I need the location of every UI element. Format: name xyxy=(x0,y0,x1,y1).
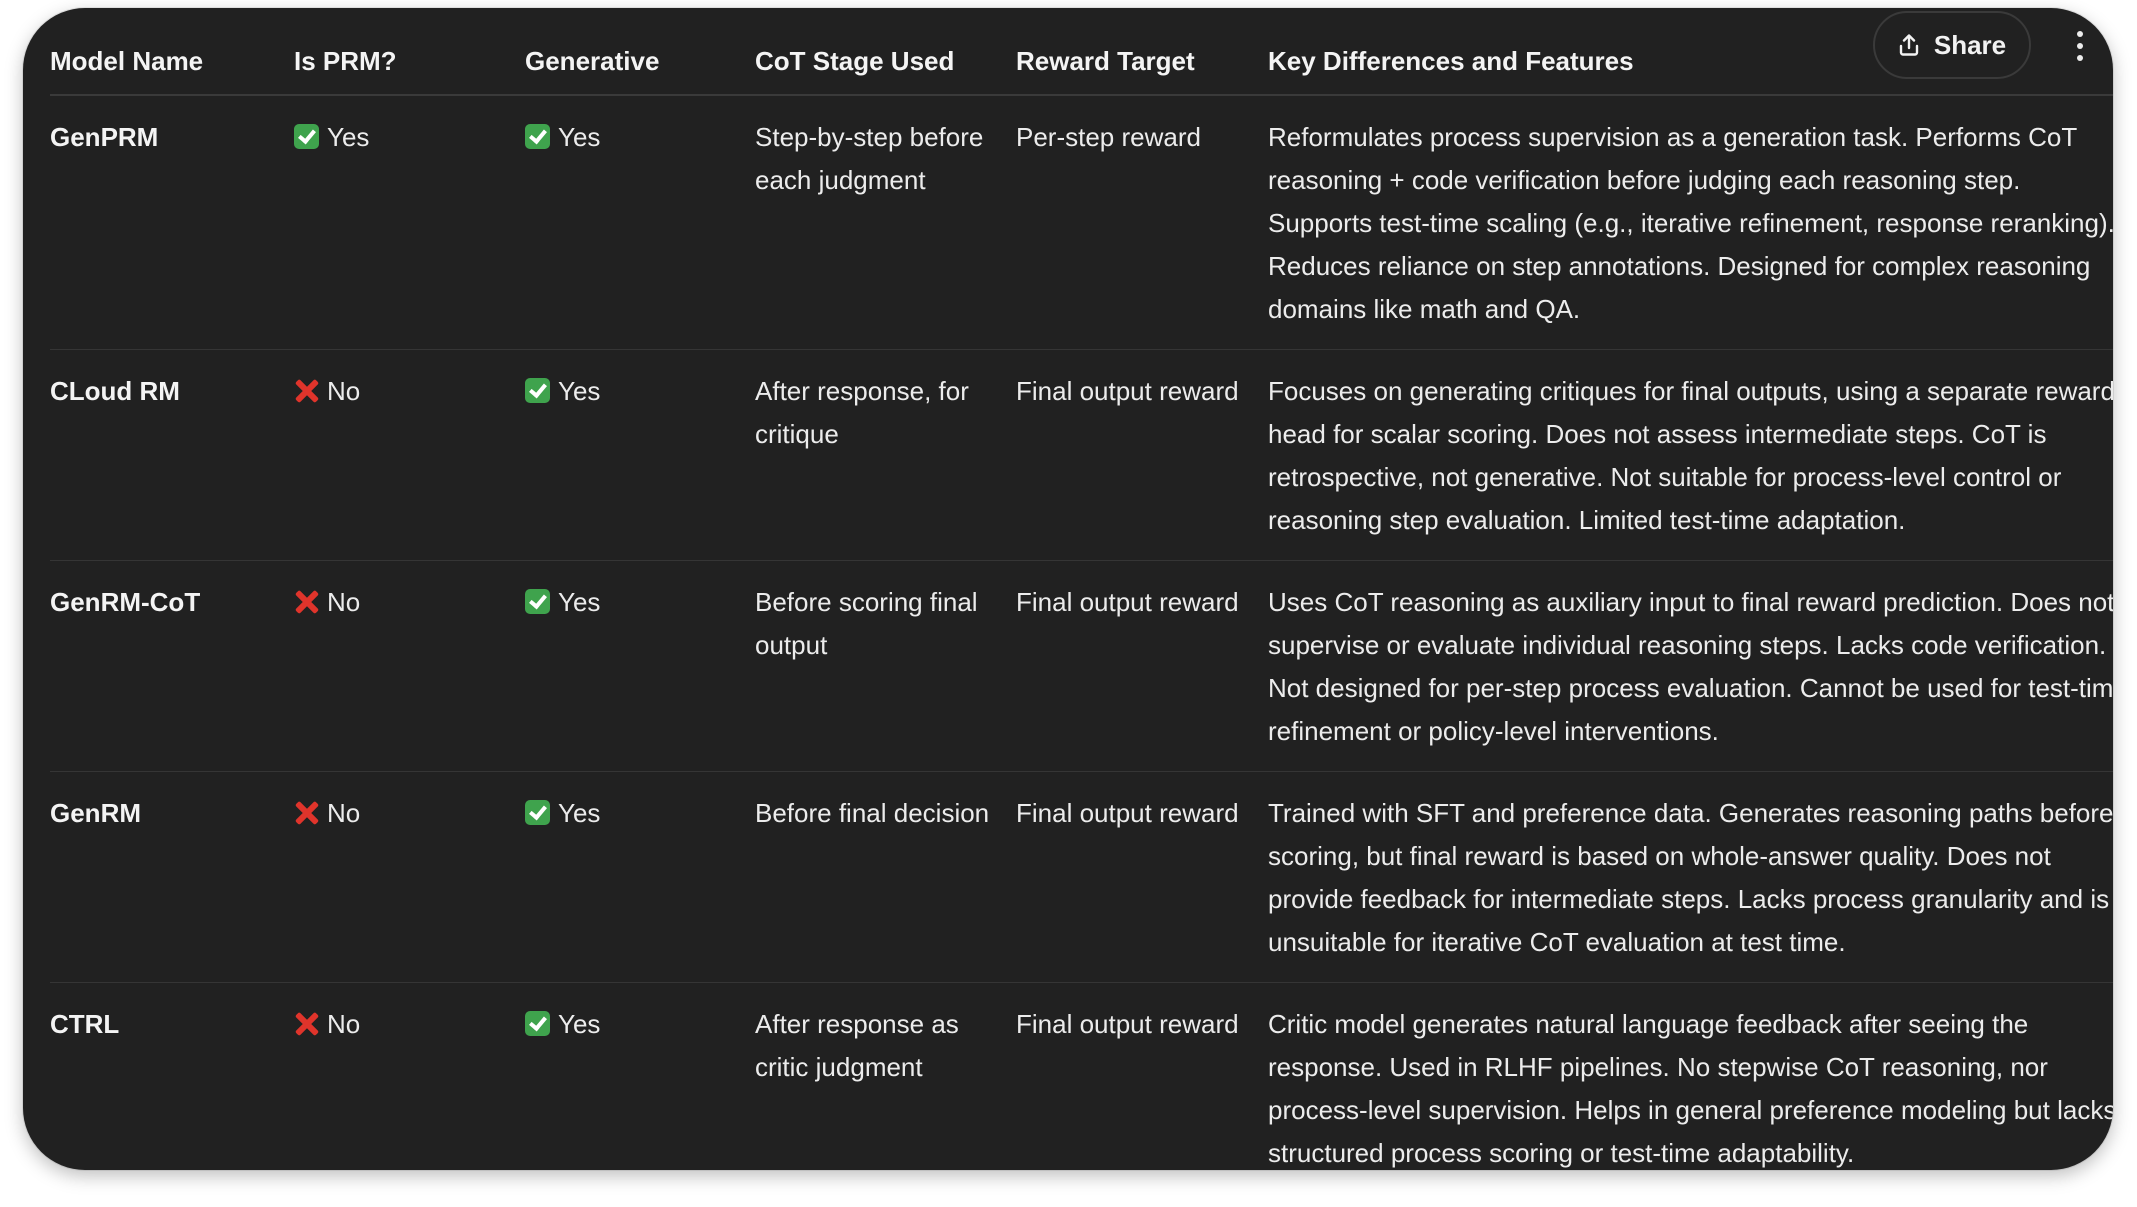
generative-value: Yes xyxy=(558,587,601,617)
reward-target-cell: Final output reward xyxy=(1016,1009,1239,1039)
is-prm-value: No xyxy=(327,1009,361,1039)
is-prm-cell: No xyxy=(294,349,525,561)
model-name-cell: CLoud RM xyxy=(50,349,294,561)
cot-stage-cell: Before final decision xyxy=(755,771,1016,983)
column-header-reward-target: Reward Target xyxy=(1016,30,1268,96)
generative-cell: Yes xyxy=(525,983,755,1171)
generative-value: Yes xyxy=(558,122,601,152)
features-cell: Uses CoT reasoning as auxiliary input to… xyxy=(1268,560,2113,772)
generative-cell: Yes xyxy=(525,95,755,350)
model-name-cell: CTRL xyxy=(50,1009,120,1039)
features-cell: Trained with SFT and preference data. Ge… xyxy=(1268,771,2113,983)
generative-cell: Yes xyxy=(525,349,755,561)
is-prm-cell: Yes xyxy=(294,95,525,350)
cross-mark-icon xyxy=(294,1011,319,1036)
features-cell: Focuses on generating critiques for fina… xyxy=(1268,349,2113,561)
check-mark-icon xyxy=(525,124,550,149)
is-prm-cell: No xyxy=(294,983,525,1171)
model-name-cell: GenRM xyxy=(50,771,294,983)
cot-stage-cell: After response, for critique xyxy=(755,349,1016,561)
share-upload-icon xyxy=(1898,33,1920,57)
generative-value: Yes xyxy=(558,1009,601,1039)
reward-target-cell: Final output reward xyxy=(1016,771,1268,983)
cross-mark-icon xyxy=(294,800,319,825)
cross-mark-icon xyxy=(294,378,319,403)
cross-mark-icon xyxy=(294,589,319,614)
cot-stage-cell: Step-by-step before each judgment xyxy=(755,95,1016,350)
more-vertical-icon[interactable] xyxy=(2063,24,2097,68)
share-button[interactable]: Share xyxy=(1873,11,2031,79)
model-name-cell: GenRM-CoT xyxy=(50,560,294,772)
table-row: GenPRM Yes Yes Step-by-step before each … xyxy=(50,95,2113,350)
column-header-is-prm: Is PRM? xyxy=(294,30,525,96)
check-mark-icon xyxy=(525,589,550,614)
table-header: Model Name Is PRM? Generative CoT Stage … xyxy=(50,30,2113,96)
table-row: GenRM No Yes Before final decision Final… xyxy=(50,771,2113,983)
is-prm-value: No xyxy=(327,376,361,406)
check-mark-icon xyxy=(294,124,319,149)
cot-stage-cell: Before scoring final output xyxy=(755,560,1016,772)
check-mark-icon xyxy=(525,1011,550,1036)
table-body: GenPRM Yes Yes Step-by-step before each … xyxy=(50,95,2113,1170)
check-mark-icon xyxy=(525,800,550,825)
cot-stage-cell: After response as critic judgment xyxy=(755,1009,959,1082)
column-header-cot-stage: CoT Stage Used xyxy=(755,30,1016,96)
model-comparison-table: Model Name Is PRM? Generative CoT Stage … xyxy=(50,30,2113,1170)
generative-cell: Yes xyxy=(525,560,755,772)
share-label: Share xyxy=(1933,29,2007,60)
features-cell: Reformulates process supervision as a ge… xyxy=(1268,95,2113,350)
reward-target-cell: Final output reward xyxy=(1016,349,1268,561)
features-cell: Critic model generates natural language … xyxy=(1268,1009,2113,1168)
model-name-cell: GenPRM xyxy=(50,95,294,350)
table-row: CTRL No Yes After response as critic jud… xyxy=(50,983,2113,1171)
is-prm-value: No xyxy=(327,798,361,828)
table-row: GenRM-CoT No Yes Before scoring final ou… xyxy=(50,560,2113,772)
check-mark-icon xyxy=(525,378,550,403)
is-prm-cell: No xyxy=(294,771,525,983)
column-header-generative: Generative xyxy=(525,30,755,96)
generative-value: Yes xyxy=(558,376,601,406)
table-row: CLoud RM No Yes After response, for crit… xyxy=(50,349,2113,561)
header-row: Model Name Is PRM? Generative CoT Stage … xyxy=(50,30,2113,96)
is-prm-value: Yes xyxy=(327,122,370,152)
generative-value: Yes xyxy=(558,798,601,828)
column-header-model-name: Model Name xyxy=(50,30,294,96)
comparison-table-panel: Model Name Is PRM? Generative CoT Stage … xyxy=(23,8,2113,1170)
reward-target-cell: Final output reward xyxy=(1016,560,1268,772)
is-prm-value: No xyxy=(327,587,361,617)
generative-cell: Yes xyxy=(525,771,755,983)
reward-target-cell: Per-step reward xyxy=(1016,95,1268,350)
is-prm-cell: No xyxy=(294,560,525,772)
